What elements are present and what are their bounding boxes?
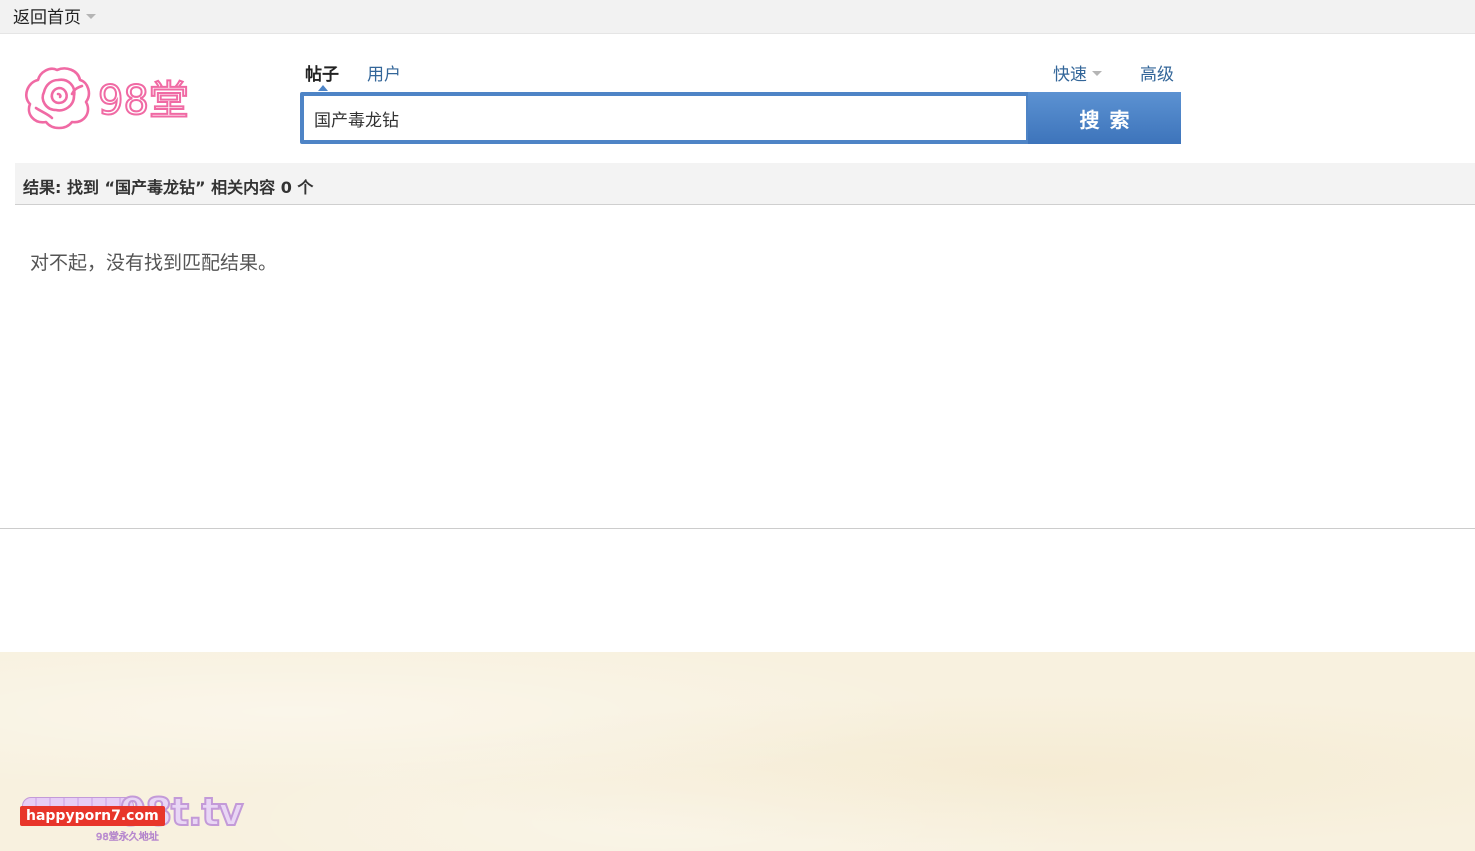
logo-text: 98堂 <box>98 78 189 124</box>
home-link-label: 返回首页 <box>13 8 81 28</box>
tab-posts[interactable]: 帖子 <box>305 60 339 85</box>
search-button[interactable]: 搜索 <box>1028 92 1181 144</box>
no-results-message: 对不起，没有找到匹配结果。 <box>30 252 278 274</box>
quick-search-dropdown[interactable]: 快速 <box>1053 60 1102 85</box>
search-input[interactable] <box>304 96 1026 140</box>
search-box: 搜索 <box>300 92 1181 144</box>
tab-users[interactable]: 用户 <box>367 60 401 85</box>
site-logo[interactable]: 98堂 <box>22 64 197 132</box>
chevron-down-icon <box>86 14 96 19</box>
result-summary-bar: 结果: 找到 “国产毒龙钻” 相关内容 0 个 <box>15 163 1475 205</box>
footer-divider <box>0 528 1475 529</box>
active-tab-pointer-icon <box>318 85 328 91</box>
rose-logo-icon: 98堂 <box>25 67 190 130</box>
result-summary: 结果: 找到 “国产毒龙钻” 相关内容 0 个 <box>23 178 314 197</box>
quick-search-label: 快速 <box>1053 65 1087 85</box>
advanced-search-link[interactable]: 高级 <box>1140 60 1174 85</box>
chevron-down-icon <box>1092 71 1102 76</box>
top-bar: 返回首页 <box>0 0 1475 34</box>
watermark-logo: 98t.tv happyporn7.com 98堂永久地址 <box>20 789 244 844</box>
home-link[interactable]: 返回首页 <box>13 3 96 28</box>
watermark-site-tag: happyporn7.com <box>20 806 165 826</box>
watermark-subtext: 98堂永久地址 <box>96 832 159 844</box>
